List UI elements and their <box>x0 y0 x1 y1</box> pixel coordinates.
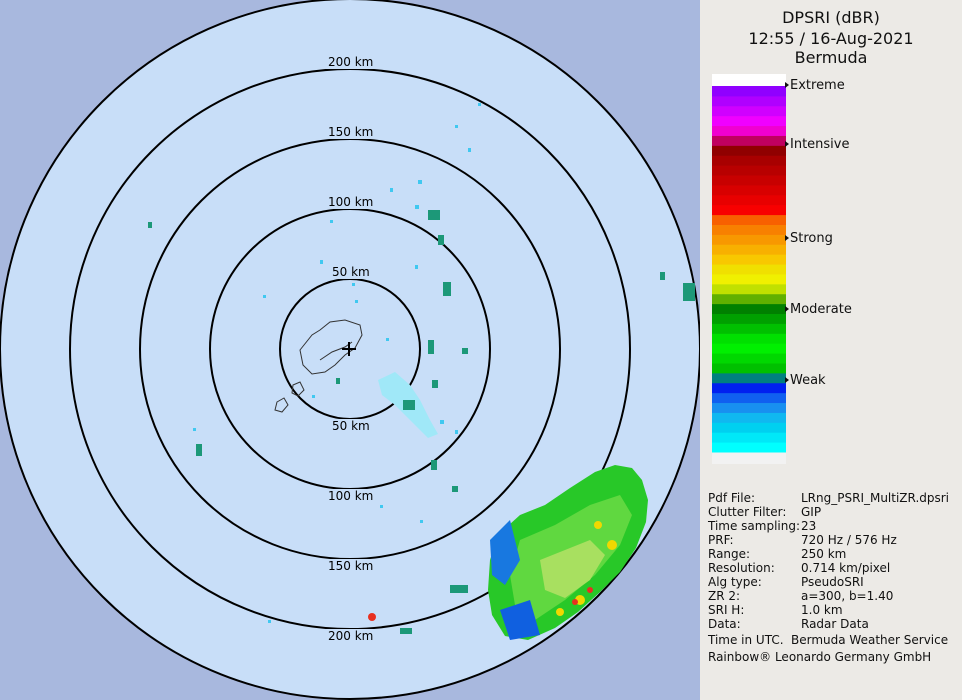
legend-swatch <box>712 244 786 255</box>
service-name: Bermuda Weather Service <box>791 633 949 647</box>
legend-swatch <box>712 95 786 107</box>
range-label-150km-north: 150 km <box>326 125 376 139</box>
info-value: 250 km <box>801 547 847 561</box>
legend-cap-top <box>712 74 786 86</box>
legend-label-extreme: Extreme <box>785 78 845 93</box>
radar-image <box>0 0 700 700</box>
product-title: DPSRI (dBR) <box>782 8 880 27</box>
info-value: Radar Data <box>801 617 869 631</box>
legend-label-intensive: Intensive <box>784 137 850 152</box>
legend-swatch <box>712 372 786 384</box>
info-value: 1.0 km <box>801 603 843 617</box>
legend-swatch <box>712 353 786 364</box>
info-key: Time sampling: <box>708 519 801 533</box>
legend-swatch <box>712 224 786 235</box>
legend-swatch <box>712 323 786 334</box>
legend-swatch <box>712 214 786 225</box>
legend-swatch <box>712 412 786 423</box>
legend-swatch <box>712 165 786 176</box>
legend-swatch <box>712 125 786 136</box>
site-name: Bermuda <box>794 48 868 67</box>
range-label-100km-south: 100 km <box>326 489 376 503</box>
info-key: SRI H: <box>708 603 745 617</box>
legend-swatch <box>712 204 786 216</box>
info-value: 23 <box>801 519 817 533</box>
info-key: Alg type: <box>708 575 762 589</box>
info-value: 0.714 km/pixel <box>801 561 891 575</box>
legend-swatch <box>712 432 786 443</box>
legend-swatch <box>712 175 786 186</box>
legend-swatch <box>712 145 786 156</box>
info-key: Data: <box>708 617 741 631</box>
legend-swatch <box>712 264 786 275</box>
info-value: 720 Hz / 576 Hz <box>801 533 897 547</box>
range-label-200km-south: 200 km <box>326 629 376 643</box>
legend-swatch <box>712 283 786 295</box>
color-legend: Extreme Intensive Strong Moderate Weak <box>712 74 852 464</box>
legend-label-strong: Strong <box>785 231 833 246</box>
time-date: 12:55 / 16-Aug-2021 <box>748 29 914 48</box>
legend-label-weak: Weak <box>785 373 826 388</box>
legend-swatch <box>712 293 786 305</box>
legend-swatch <box>712 135 786 146</box>
legend-swatch <box>712 115 786 127</box>
legend-swatch <box>712 442 786 453</box>
range-label-50km-south: 50 km <box>330 419 372 433</box>
range-label-150km-south: 150 km <box>326 559 376 573</box>
range-label-200km-north: 200 km <box>326 55 376 69</box>
legend-swatch <box>712 273 786 285</box>
info-value: PseudoSRI <box>801 575 864 589</box>
legend-swatch <box>712 155 786 166</box>
info-value: a=300, b=1.40 <box>801 589 894 603</box>
legend-swatch <box>712 254 786 265</box>
legend-color-bar <box>712 74 786 464</box>
legend-swatch <box>712 422 786 433</box>
legend-swatch <box>712 234 786 245</box>
info-key: Range: <box>708 547 751 561</box>
legend-swatch <box>712 362 786 374</box>
time-note: Time in UTC. <box>708 633 784 647</box>
range-label-50km-north: 50 km <box>330 265 372 279</box>
legend-cap-bottom <box>712 452 786 464</box>
info-key: ZR 2: <box>708 589 741 603</box>
side-panel: DPSRI (dBR) 12:55 / 16-Aug-2021 Bermuda … <box>700 0 962 700</box>
legend-swatch <box>712 184 786 196</box>
range-label-100km-north: 100 km <box>326 195 376 209</box>
vendor-credit: Rainbow® Leonardo Germany GmbH <box>708 650 932 664</box>
radar-map[interactable]: 200 km 150 km 100 km 50 km 50 km 100 km … <box>0 0 700 700</box>
legend-swatch <box>712 333 786 344</box>
legend-swatch <box>712 313 786 324</box>
legend-swatch <box>712 382 786 394</box>
legend-swatch <box>712 392 786 404</box>
info-value: LRng_PSRI_MultiZR.dpsri <box>801 491 950 505</box>
info-key: PRF: <box>708 533 734 547</box>
legend-swatch <box>712 343 786 354</box>
info-key: Resolution: <box>708 561 775 575</box>
legend-swatch <box>712 105 786 117</box>
legend-swatch <box>712 402 786 413</box>
info-key: Pdf File: <box>708 491 756 505</box>
info-value: GIP <box>801 505 822 519</box>
legend-label-moderate: Moderate <box>785 302 852 317</box>
legend-swatch <box>712 86 786 97</box>
info-key: Clutter Filter: <box>708 505 787 519</box>
legend-swatch <box>712 194 786 206</box>
legend-swatch <box>712 303 786 315</box>
